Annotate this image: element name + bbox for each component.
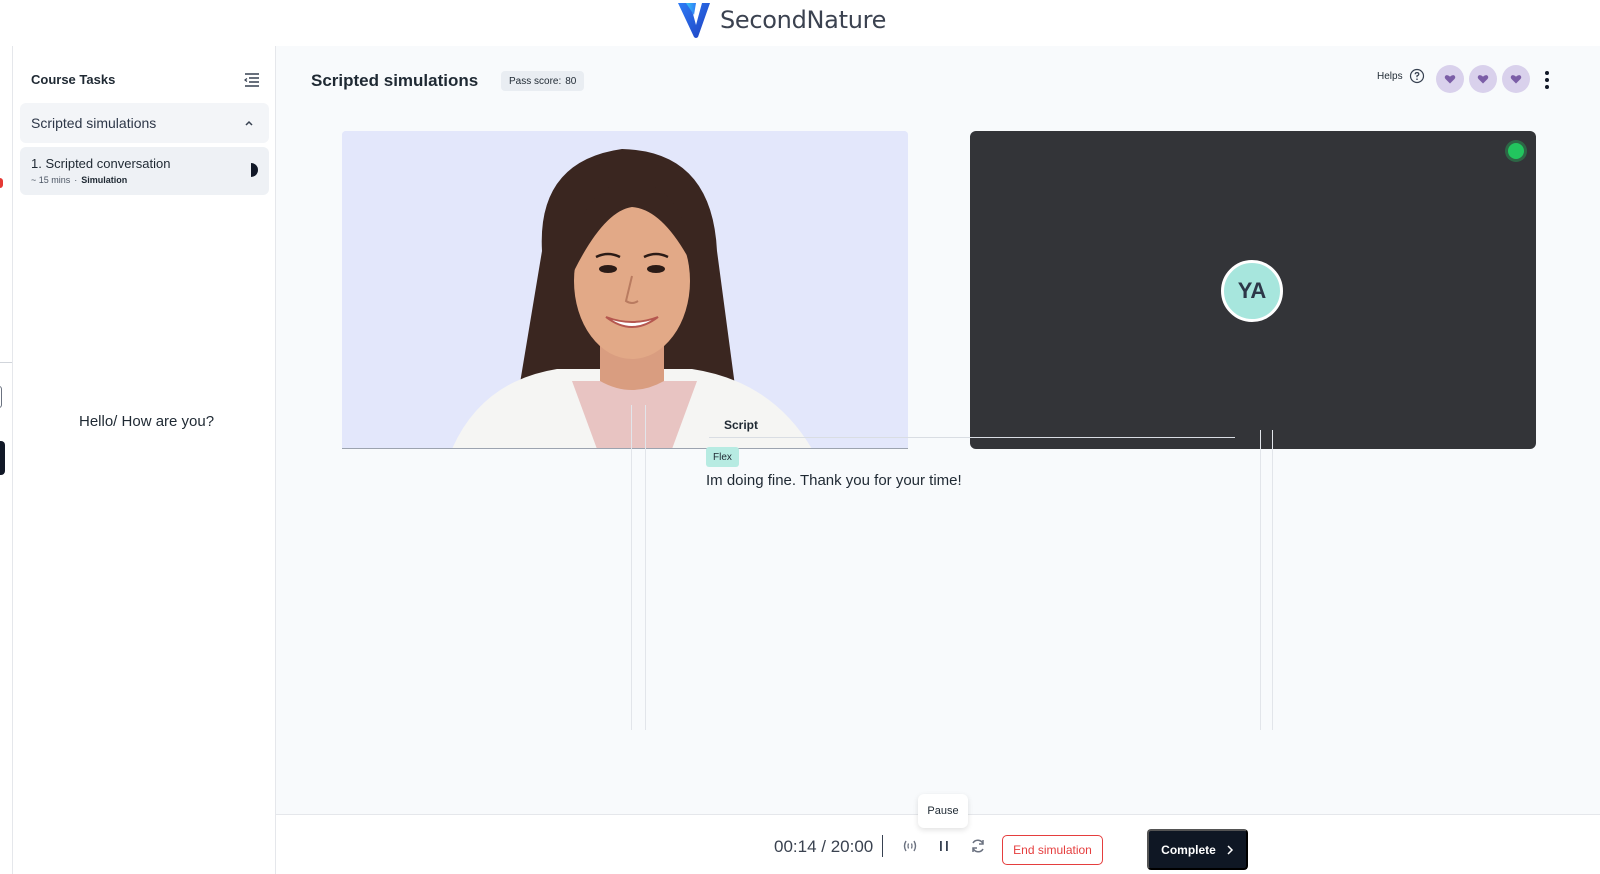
heart-icon [1477, 75, 1489, 84]
avatar-caption-text: Hello/ How are you? [79, 413, 215, 430]
more-options-icon[interactable] [1540, 69, 1554, 91]
pass-score-badge: Pass score: 80 [501, 71, 585, 91]
timer-divider [882, 835, 883, 857]
task-kind: Simulation [81, 175, 128, 185]
helps: Helps [1377, 68, 1425, 84]
complete-button-label: Complete [1161, 842, 1216, 857]
rail-toggle[interactable] [0, 386, 2, 408]
restart-icon[interactable] [969, 837, 987, 855]
avatar-video [342, 131, 908, 449]
complete-button[interactable]: Complete [1147, 829, 1248, 870]
flex-tag: Flex [706, 447, 739, 467]
brand[interactable]: SecondNature [676, 0, 886, 40]
sidebar-section-scripted-simulations[interactable]: Scripted simulations [20, 103, 269, 143]
task-title: 1. Scripted conversation [31, 156, 171, 171]
script-line-text: Im doing fine. Thank you for your time! [706, 472, 962, 489]
help-circle-icon[interactable] [1409, 68, 1425, 84]
brand-name: SecondNature [720, 6, 887, 34]
pause-tooltip: Pause [918, 794, 968, 828]
audio-wave-icon[interactable] [901, 837, 919, 855]
end-simulation-button[interactable]: End simulation [1002, 835, 1103, 865]
avatar-speech-caption: Hello/ How are you? [79, 405, 632, 730]
chevron-right-icon [1227, 844, 1233, 855]
heart-badge [1502, 65, 1530, 93]
collapse-list-icon[interactable] [243, 70, 261, 88]
task-meta: ~ 15 mins · Simulation [31, 175, 258, 185]
simulation-timer: 00:14 / 20:00 [774, 837, 874, 856]
half-progress-icon [244, 163, 258, 177]
script-panel-scrollbar[interactable] [1272, 430, 1273, 730]
rail-notification-dot [0, 178, 3, 188]
script-divider [709, 437, 1235, 438]
heart-icon [1444, 75, 1456, 84]
pass-score-label: Pass score: [509, 75, 562, 87]
sidebar-header: Course Tasks [31, 70, 261, 88]
helps-hearts [1436, 65, 1530, 93]
task-meta-separator: · [74, 175, 78, 185]
page-title: Scripted simulations [311, 71, 479, 90]
rail-active-item[interactable] [0, 441, 5, 475]
pass-score-value: 80 [565, 75, 577, 87]
v-logo-icon [678, 3, 710, 38]
left-rail [0, 46, 13, 874]
heart-badge [1469, 65, 1497, 93]
helps-label: Helps [1377, 70, 1403, 82]
sidebar-title: Course Tasks [31, 71, 116, 87]
task-duration: ~ 15 mins [31, 175, 71, 185]
chevron-up-icon [245, 120, 253, 126]
heart-badge [1436, 65, 1464, 93]
top-bar: SecondNature [0, 0, 1600, 46]
live-indicator [1508, 143, 1524, 159]
script-panel-border [1260, 430, 1261, 730]
rail-divider [0, 362, 12, 363]
user-camera-view: YA [970, 131, 1536, 449]
avatar-portrait [342, 131, 908, 448]
script-heading: Script [724, 418, 759, 432]
user-avatar: YA [1221, 260, 1283, 322]
sidebar-section-label: Scripted simulations [31, 115, 157, 131]
sidebar-task-scripted-conversation[interactable]: 1. Scripted conversation ~ 15 mins · Sim… [20, 147, 269, 195]
pause-icon[interactable] [935, 837, 953, 855]
heart-icon [1510, 75, 1522, 84]
